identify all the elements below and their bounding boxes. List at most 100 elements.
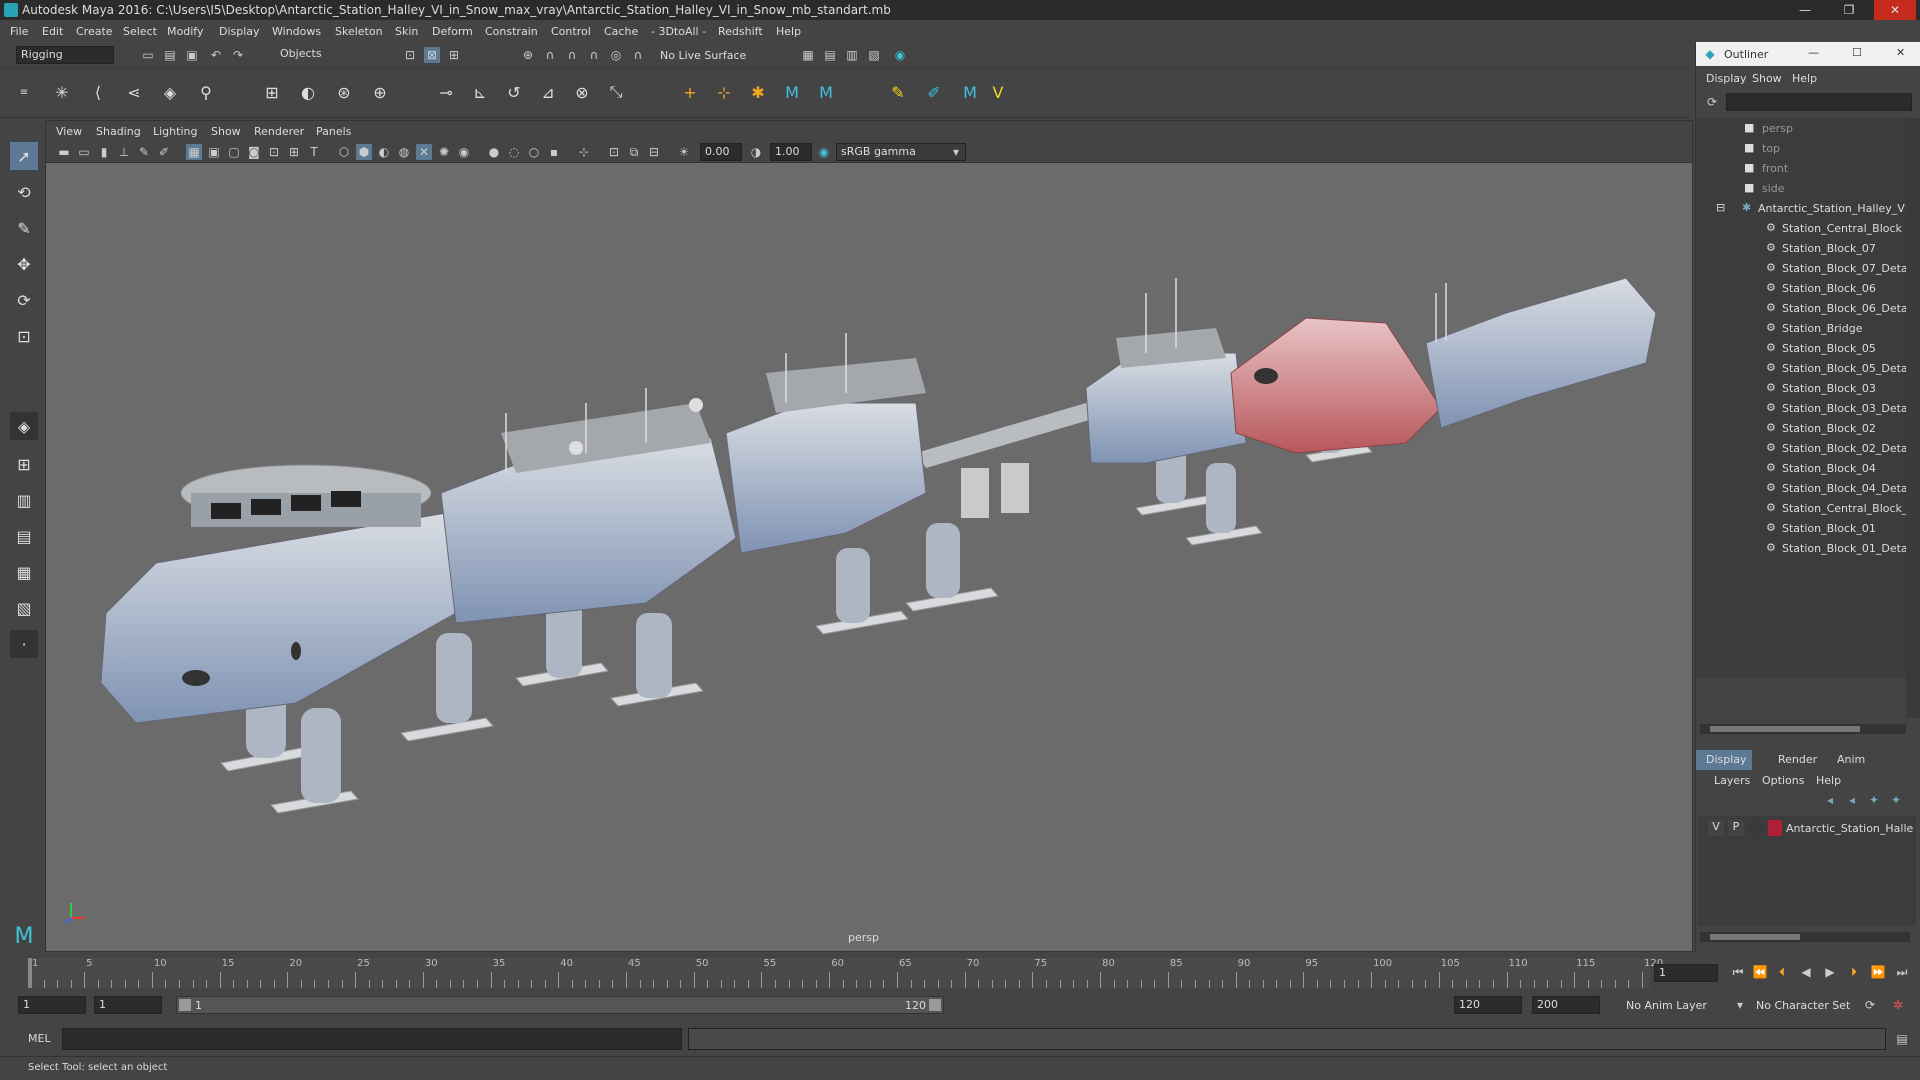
field-chart-icon[interactable]: ⊡ bbox=[266, 144, 282, 160]
isolate-select-icon[interactable]: ⊹ bbox=[576, 144, 592, 160]
bind-skin-icon[interactable]: ⊞ bbox=[262, 82, 282, 102]
menu-skeleton[interactable]: Skeleton bbox=[335, 25, 383, 38]
shadows-icon[interactable]: ✺ bbox=[436, 144, 452, 160]
layout-four-icon[interactable]: ⊞ bbox=[10, 450, 38, 478]
outliner-scrollbar[interactable] bbox=[1906, 118, 1920, 718]
collapse-icon[interactable]: ⊟ bbox=[1716, 201, 1725, 214]
close-button[interactable]: ✕ bbox=[1874, 0, 1916, 20]
live-surface-label[interactable]: No Live Surface bbox=[660, 49, 746, 62]
parent-constraint-icon[interactable]: ⊗ bbox=[572, 82, 592, 102]
locator-icon[interactable]: + bbox=[680, 82, 700, 102]
aa-icon[interactable]: ○ bbox=[526, 144, 542, 160]
outliner-item[interactable]: ⚙ Station_Block_02_Details bbox=[1696, 438, 1920, 458]
outliner-item[interactable]: ⚙ Station_Block_06_Details bbox=[1696, 298, 1920, 318]
exposure-field[interactable]: 0.00 bbox=[700, 143, 742, 161]
mel-label[interactable]: MEL bbox=[28, 1032, 51, 1045]
outliner-close-icon[interactable]: ✕ bbox=[1896, 46, 1905, 59]
rotate-tool-icon[interactable]: ⟳ bbox=[10, 286, 38, 314]
layer-menu-options[interactable]: Options bbox=[1762, 774, 1804, 787]
colorspace-dropdown[interactable]: sRGB gamma bbox=[836, 143, 966, 161]
xray-joints-icon[interactable]: ⊡ bbox=[606, 144, 622, 160]
select-hierarchy-icon[interactable]: ⊡ bbox=[402, 47, 418, 63]
step-forward-key-icon[interactable]: ⏩ bbox=[1870, 964, 1886, 980]
vp-menu-renderer[interactable]: Renderer bbox=[254, 125, 304, 138]
smooth-bind-icon[interactable]: ◐ bbox=[298, 82, 318, 102]
play-forward-icon[interactable]: ▶ bbox=[1822, 964, 1838, 980]
outliner-camera-top[interactable]: ■ top bbox=[1696, 138, 1906, 158]
lasso-tool-icon[interactable]: ⟲ bbox=[10, 178, 38, 206]
outliner-item[interactable]: ⚙ Station_Block_03_Details bbox=[1696, 398, 1920, 418]
vp-menu-shading[interactable]: Shading bbox=[96, 125, 141, 138]
outliner-search-input[interactable] bbox=[1726, 93, 1912, 111]
move-layer-down-icon[interactable]: ◂ bbox=[1844, 792, 1860, 808]
outliner-filter-icon[interactable]: ⟳ bbox=[1704, 94, 1720, 110]
outliner-item[interactable]: ⚙ Station_Block_05 bbox=[1696, 338, 1906, 358]
outliner-item[interactable]: ⚙ Station_Block_01_Details bbox=[1696, 538, 1920, 558]
snap-surface-icon[interactable]: ◎ bbox=[608, 47, 624, 63]
snap-vertex-icon[interactable]: ∩ bbox=[630, 47, 646, 63]
snap-grid-icon[interactable]: ⊕ bbox=[520, 47, 536, 63]
ik-fk-icon[interactable]: ⊹ bbox=[714, 82, 734, 102]
layout-custom-icon[interactable]: · bbox=[10, 630, 38, 658]
layer-name[interactable]: Antarctic_Station_Halle bbox=[1786, 822, 1913, 835]
restore-button[interactable]: ❐ bbox=[1828, 0, 1870, 20]
outliner-root-group[interactable]: ⊟ ✱ Antarctic_Station_Halley_VI_i bbox=[1696, 198, 1917, 218]
maya-m2-icon[interactable]: M bbox=[816, 82, 836, 102]
range-bar[interactable]: 1 120 bbox=[176, 996, 944, 1014]
outliner-item[interactable]: ⚙ Station_Block_04 bbox=[1696, 458, 1906, 478]
vp-menu-view[interactable]: View bbox=[56, 125, 82, 138]
new-layer-icon[interactable]: ✦ bbox=[1866, 792, 1882, 808]
rig-icon[interactable]: ✱ bbox=[748, 82, 768, 102]
outliner-camera-persp[interactable]: ■ persp bbox=[1696, 118, 1906, 138]
ipr-render-icon[interactable]: ▥ bbox=[844, 47, 860, 63]
perspective-viewport[interactable]: View Shading Lighting Show Renderer Pane… bbox=[45, 120, 1693, 952]
gamma-field[interactable]: 1.00 bbox=[770, 143, 812, 161]
grid-icon[interactable]: ▦ bbox=[186, 144, 202, 160]
go-to-start-icon[interactable]: ⏮ bbox=[1730, 964, 1746, 980]
outliner-camera-front[interactable]: ■ front bbox=[1696, 158, 1906, 178]
grease-pencil-icon[interactable]: ✎ bbox=[136, 144, 152, 160]
outliner-hscrollbar[interactable] bbox=[1700, 724, 1906, 734]
playback-end-field[interactable]: 120 bbox=[1454, 996, 1522, 1014]
ik-handle-icon[interactable]: ⟨ bbox=[88, 82, 108, 102]
select-component-icon[interactable]: ⊞ bbox=[446, 47, 462, 63]
maya-m3-icon[interactable]: M bbox=[960, 82, 980, 102]
orient-joint-icon[interactable]: ⚲ bbox=[196, 82, 216, 102]
layer-playback-toggle[interactable]: P bbox=[1728, 820, 1744, 836]
maya-m-icon[interactable]: M bbox=[782, 82, 802, 102]
bookmark-icon[interactable]: ▮ bbox=[96, 144, 112, 160]
menu-modify[interactable]: Modify bbox=[167, 25, 203, 38]
menu-select[interactable]: Select bbox=[123, 25, 157, 38]
layer-visibility-toggle[interactable]: V bbox=[1708, 820, 1724, 836]
select-tool-icon[interactable]: ➚ bbox=[10, 142, 38, 170]
gamma-icon[interactable]: ◑ bbox=[748, 144, 764, 160]
outliner-item[interactable]: ⚙ Station_Block_04_Details bbox=[1696, 478, 1920, 498]
save-scene-icon[interactable]: ▣ bbox=[184, 47, 200, 63]
outliner-camera-side[interactable]: ■ side bbox=[1696, 178, 1906, 198]
move-layer-up-icon[interactable]: ◂ bbox=[1822, 792, 1838, 808]
exposure-icon[interactable]: ☀ bbox=[676, 144, 692, 160]
anim-layer-dropdown[interactable]: No Anim Layer bbox=[1626, 999, 1707, 1012]
outliner-menu-display[interactable]: Display bbox=[1706, 72, 1747, 85]
auto-key-icon[interactable]: ⟳ bbox=[1862, 997, 1878, 1013]
outliner-item[interactable]: ⚙ Station_Block_07 bbox=[1696, 238, 1906, 258]
chevron-down-icon[interactable]: ▾ bbox=[948, 144, 964, 160]
paint-tool-icon[interactable]: ✐ bbox=[924, 82, 944, 102]
step-back-key-icon[interactable]: ⏪ bbox=[1752, 964, 1768, 980]
menu-create[interactable]: Create bbox=[76, 25, 113, 38]
outliner-item[interactable]: ⚙ Station_Block_02 bbox=[1696, 418, 1906, 438]
point-constraint-icon[interactable]: ⊸ bbox=[436, 82, 456, 102]
shelf-menu-icon[interactable]: ≡ bbox=[14, 82, 34, 102]
minimize-button[interactable]: — bbox=[1784, 0, 1826, 20]
xray-active-icon[interactable]: ⧉ bbox=[626, 144, 642, 160]
gate-mask-icon[interactable]: ◙ bbox=[246, 144, 262, 160]
new-layer-selected-icon[interactable]: ✦ bbox=[1888, 792, 1904, 808]
mel-input[interactable] bbox=[62, 1028, 682, 1050]
vertex-icon[interactable]: V bbox=[988, 82, 1008, 102]
camera-attr-icon[interactable]: ▭ bbox=[76, 144, 92, 160]
safe-title-icon[interactable]: T bbox=[306, 144, 322, 160]
playback-start-field[interactable]: 1 bbox=[94, 996, 162, 1014]
camera-select-icon[interactable]: ▬ bbox=[56, 144, 72, 160]
layer-tab-render[interactable]: Render bbox=[1778, 753, 1817, 766]
menu-redshift[interactable]: Redshift bbox=[718, 25, 763, 38]
